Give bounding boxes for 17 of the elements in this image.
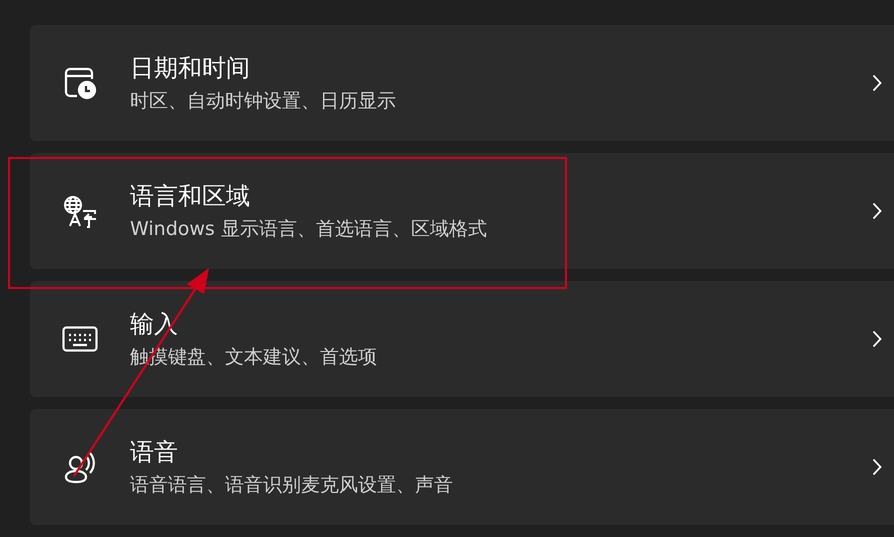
- settings-card[interactable]: 语音 语音语言、语音识别麦克风设置、声音: [30, 409, 894, 525]
- calendar-clock-icon: [63, 66, 97, 100]
- language-icon: [62, 194, 98, 228]
- item-description: 语音语言、语音识别麦克风设置、声音: [130, 473, 454, 498]
- item-title: 语音: [130, 437, 179, 468]
- settings-card[interactable]: 日期和时间 时区、自动时钟设置、日历显示: [30, 25, 894, 141]
- item-title: 语言和区域: [130, 181, 251, 212]
- item-title: 日期和时间: [130, 53, 251, 84]
- keyboard-icon: [62, 326, 98, 352]
- chevron-right-icon: [872, 74, 882, 92]
- chevron-right-icon: [872, 458, 882, 476]
- item-description: 时区、自动时钟设置、日历显示: [130, 89, 397, 114]
- speech-icon: [63, 450, 97, 484]
- chevron-right-icon: [872, 202, 882, 220]
- item-description: Windows 显示语言、首选语言、区域格式: [130, 217, 488, 242]
- chevron-right-icon: [872, 330, 882, 348]
- settings-card[interactable]: 语言和区域 Windows 显示语言、首选语言、区域格式: [30, 153, 894, 269]
